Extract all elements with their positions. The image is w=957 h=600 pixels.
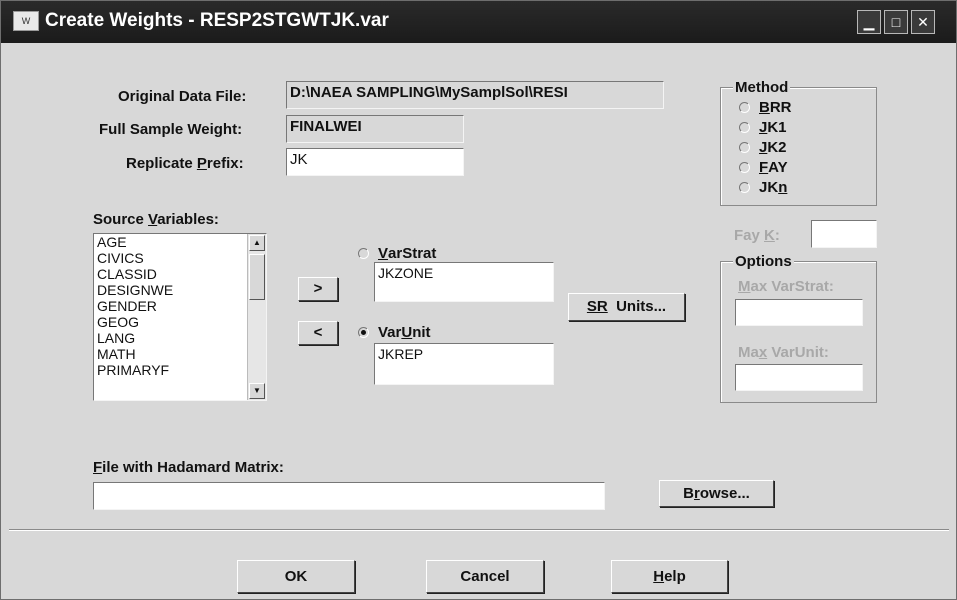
list-scrollbar[interactable]: ▲ ▼ <box>247 234 266 400</box>
maximize-button[interactable]: □ <box>884 10 908 34</box>
scroll-up-button[interactable]: ▲ <box>249 235 265 251</box>
cancel-button[interactable]: Cancel <box>426 560 544 593</box>
method-jk1-radio[interactable]: J K1 <box>739 119 787 136</box>
ok-button[interactable]: OK <box>237 560 355 593</box>
app-icon[interactable]: W <box>13 11 39 31</box>
max-varstrat-label: Max VarStrat: <box>738 278 834 295</box>
fay-k-input[interactable] <box>811 220 877 248</box>
full-sample-weight-label: Full Sample Weight: <box>99 121 243 138</box>
add-variable-button[interactable]: > <box>298 277 338 301</box>
varstrat-radio[interactable]: VarStrat <box>358 245 436 262</box>
max-varstrat-input[interactable] <box>735 299 863 326</box>
method-jkn-radio[interactable]: JK n <box>739 179 787 196</box>
source-variables-label: Source Variables: <box>93 211 219 228</box>
hadamard-label: File with Hadamard Matrix: <box>93 459 284 476</box>
source-variables-list[interactable]: AGE CIVICS CLASSID DESIGNWE GENDER GEOG … <box>93 233 267 401</box>
list-item[interactable]: LANG <box>94 330 266 346</box>
method-brr-radio[interactable]: B RR <box>739 99 792 116</box>
close-button[interactable]: ✕ <box>911 10 935 34</box>
list-item[interactable]: CIVICS <box>94 250 266 266</box>
varstrat-field[interactable]: JKZONE <box>374 262 554 302</box>
sr-units-button[interactable]: SR Units... <box>568 293 685 321</box>
full-sample-weight-field[interactable]: FINALWEI <box>286 115 464 143</box>
minimize-icon: ▁ <box>863 14 875 30</box>
scroll-down-button[interactable]: ▼ <box>249 383 265 399</box>
help-button[interactable]: Help <box>611 560 728 593</box>
replicate-prefix-label: Replicate Prefix: <box>126 155 244 172</box>
list-item[interactable]: PRIMARYF <box>94 362 266 378</box>
list-item[interactable]: GEOG <box>94 314 266 330</box>
list-item[interactable]: GENDER <box>94 298 266 314</box>
title-bar[interactable]: W Create Weights - RESP2STGWTJK.var ▁ □ … <box>1 1 956 43</box>
hadamard-file-input[interactable] <box>93 482 605 510</box>
browse-button[interactable]: Browse... <box>659 480 774 507</box>
radio-circle-icon <box>739 162 750 173</box>
original-data-file-label: Original Data File: <box>118 88 247 105</box>
radio-selected-icon <box>358 327 369 338</box>
list-item[interactable]: DESIGNWE <box>94 282 266 298</box>
max-varunit-input[interactable] <box>735 364 863 391</box>
method-fay-radio[interactable]: F AY <box>739 159 788 176</box>
window-title: Create Weights - RESP2STGWTJK.var <box>45 10 389 31</box>
remove-variable-button[interactable]: < <box>298 321 338 345</box>
original-data-file-field[interactable]: D:\NAEA SAMPLING\MySamplSol\RESI <box>286 81 664 109</box>
list-item[interactable]: CLASSID <box>94 266 266 282</box>
radio-circle-icon <box>739 142 750 153</box>
list-item[interactable]: AGE <box>94 234 266 250</box>
varunit-field[interactable]: JKREP <box>374 343 554 385</box>
list-item[interactable]: MATH <box>94 346 266 362</box>
arrow-down-icon: ▼ <box>253 386 261 395</box>
max-varunit-label: Max VarUnit: <box>738 344 829 361</box>
method-jk2-radio[interactable]: J K2 <box>739 139 787 156</box>
close-icon: ✕ <box>917 14 929 30</box>
replicate-prefix-input[interactable]: JK <box>286 148 464 176</box>
radio-circle-icon <box>739 102 750 113</box>
method-legend: Method <box>733 79 791 96</box>
varunit-radio[interactable]: Var Unit <box>358 324 431 341</box>
options-legend: Options <box>733 253 794 270</box>
divider <box>9 529 949 531</box>
scroll-thumb[interactable] <box>249 254 265 300</box>
minimize-button[interactable]: ▁ <box>857 10 881 34</box>
create-weights-dialog: W Create Weights - RESP2STGWTJK.var ▁ □ … <box>0 0 957 600</box>
radio-circle-icon <box>739 182 750 193</box>
radio-circle-icon <box>739 122 750 133</box>
fay-k-label: Fay K: <box>734 227 780 244</box>
maximize-icon: □ <box>891 14 901 30</box>
arrow-up-icon: ▲ <box>253 238 261 247</box>
radio-circle-icon <box>358 248 369 259</box>
